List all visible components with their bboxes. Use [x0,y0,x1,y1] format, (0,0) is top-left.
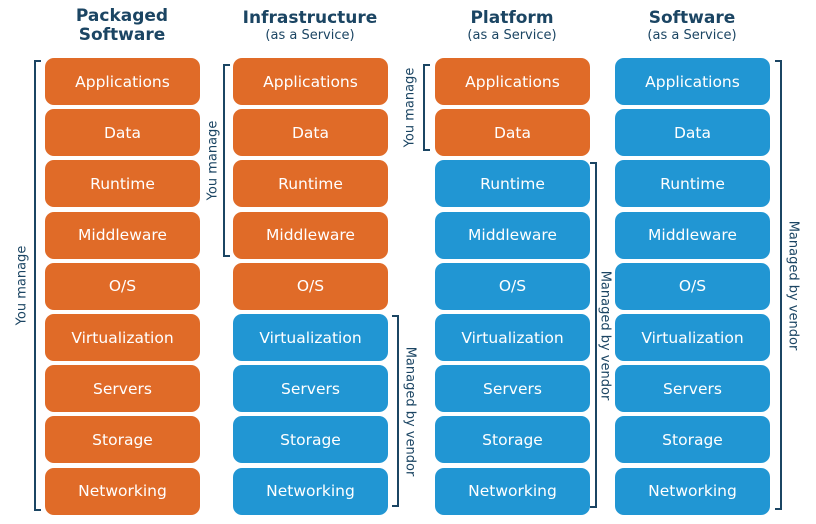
column-title: Infrastructure (as a Service) [210,8,410,44]
layer-servers: Servers [45,365,200,413]
layer-networking: Networking [435,467,590,515]
bracket-label: You manage [402,67,418,148]
layer-networking: Networking [233,467,388,515]
layer-applications: Applications [435,58,590,105]
layer-virtualization: Virtualization [435,314,590,361]
layer-data: Data [45,109,200,157]
layer-virtualization: Virtualization [45,314,200,361]
layer-runtime: Runtime [45,160,200,208]
bracket-label: Managed by vendor [785,220,801,350]
layer-os: O/S [435,262,590,310]
bracket [423,64,430,151]
bracket-label: Managed by vendor [597,270,613,400]
column-title-text: Packaged [75,6,169,26]
layer-storage: Storage [45,416,200,464]
layer-os: O/S [45,262,200,310]
layer-networking: Networking [615,467,770,515]
layer-middleware: Middleware [233,211,388,259]
bracket [775,60,782,510]
bracket-label: Managed by vendor [402,346,418,476]
bracket-label: You manage [14,245,30,326]
bracket [590,162,597,508]
bracket-label: You manage [205,120,221,201]
layer-runtime: Runtime [435,160,590,208]
layer-middleware: Middleware [45,211,200,259]
layer-applications: Applications [233,58,388,105]
layer-runtime: Runtime [233,160,388,208]
column-title: Software (as a Service) [592,8,792,44]
column-title-text: Platform [470,8,554,28]
layer-os: O/S [233,262,388,310]
layer-servers: Servers [435,365,590,413]
column-subtitle: (as a Service) [647,28,737,43]
layer-data: Data [233,109,388,157]
layer-storage: Storage [233,416,388,464]
layer-os: O/S [615,262,770,310]
column-title-text: Software [78,25,166,45]
column-title-text: Infrastructure [242,8,378,28]
layer-servers: Servers [233,365,388,413]
column-title: Packaged Software [22,7,222,45]
bracket [392,315,399,507]
layer-servers: Servers [615,365,770,413]
column-subtitle: (as a Service) [467,28,557,43]
layer-runtime: Runtime [615,160,770,208]
layer-applications: Applications [45,58,200,105]
layer-storage: Storage [435,416,590,464]
layer-virtualization: Virtualization [615,314,770,361]
column-title-text: Software [648,8,736,28]
layer-data: Data [435,109,590,157]
bracket [34,60,41,511]
layer-middleware: Middleware [615,211,770,259]
layer-data: Data [615,109,770,157]
layer-applications: Applications [615,58,770,105]
layer-virtualization: Virtualization [233,314,388,361]
column-title: Platform (as a Service) [412,8,612,44]
bracket [223,64,230,257]
layer-middleware: Middleware [435,211,590,259]
layer-networking: Networking [45,467,200,515]
column-subtitle: (as a Service) [265,28,355,43]
layer-storage: Storage [615,416,770,464]
